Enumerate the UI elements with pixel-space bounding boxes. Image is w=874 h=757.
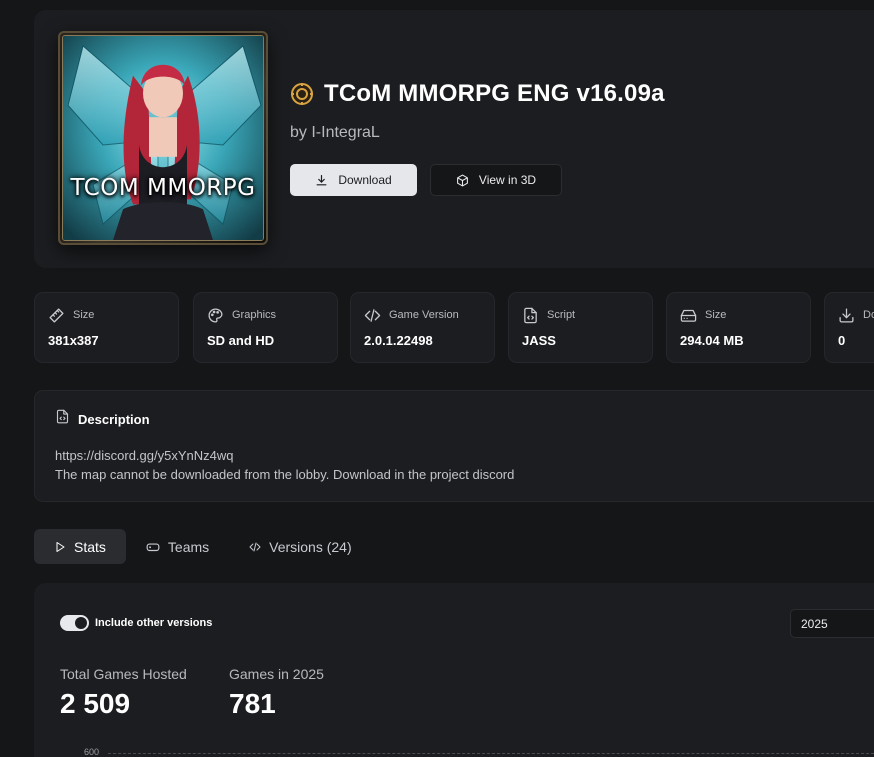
- code-icon: [249, 541, 261, 553]
- gear-badge-icon: [290, 82, 314, 106]
- download-button-label: Download: [338, 173, 392, 187]
- view-in-3d-label: View in 3D: [478, 173, 537, 187]
- stats-panel: Include other versions 2025 Total Games …: [34, 583, 874, 757]
- stat-card-file-size: Size 294.04 MB: [666, 292, 811, 363]
- map-title: TCoM MMORPG ENG v16.09a: [324, 80, 665, 107]
- stat-card-map-size: Size 381x387: [34, 292, 179, 363]
- metric-label: Games in 2025: [229, 666, 324, 682]
- chart-gridline: [108, 753, 874, 754]
- stat-card-downloads: Do 0: [824, 292, 874, 363]
- stat-value: 2.0.1.22498: [364, 333, 433, 348]
- play-icon: [54, 541, 66, 553]
- stat-card-game-version: Game Version 2.0.1.22498: [350, 292, 495, 363]
- download-icon: [838, 307, 855, 324]
- games-chart: 600: [84, 747, 874, 757]
- stat-value: 294.04 MB: [680, 333, 744, 348]
- stat-card-graphics: Graphics SD and HD: [193, 292, 338, 363]
- year-select[interactable]: 2025: [790, 609, 874, 638]
- metric-value: 2 509: [60, 688, 131, 719]
- map-header-card: TCOM MMORPG TCoM MMORPG ENG v16.09a by I…: [34, 10, 874, 268]
- tab-versions[interactable]: Versions (24): [229, 529, 371, 564]
- view-in-3d-button[interactable]: View in 3D: [430, 164, 562, 196]
- metric-value: 781: [229, 688, 276, 719]
- description-text: The map cannot be downloaded from the lo…: [55, 467, 515, 482]
- stat-label: Size: [705, 309, 727, 321]
- detail-tabs: Stats Teams Versions (24): [34, 529, 372, 564]
- toggle-knob: [75, 617, 87, 629]
- include-versions-toggle[interactable]: [60, 615, 89, 631]
- toggle-label: Include other versions: [95, 617, 213, 629]
- tab-label: Versions (24): [269, 538, 352, 555]
- tab-label: Teams: [167, 538, 210, 555]
- download-button[interactable]: Download: [290, 164, 417, 196]
- title-row: TCoM MMORPG ENG v16.09a: [290, 80, 665, 108]
- stat-value: 0: [838, 333, 846, 348]
- stat-label: Size: [73, 309, 95, 321]
- file-code-icon: [522, 307, 539, 324]
- cover-title-text: TCOM MMORPG: [70, 175, 256, 201]
- discord-link[interactable]: https://discord.gg/y5xYnNz4wq: [55, 448, 233, 463]
- tab-teams[interactable]: Teams: [126, 529, 229, 564]
- description-title: Description: [78, 411, 150, 427]
- include-versions-toggle-row: Include other versions: [60, 615, 212, 631]
- stat-label: Game Version: [389, 309, 459, 321]
- stat-card-script: Script JASS: [508, 292, 653, 363]
- gamepad-icon: [146, 541, 160, 553]
- file-code-icon: [55, 409, 70, 429]
- chart-y-tick: 600: [84, 747, 100, 757]
- fairy-artwork-icon: [63, 36, 263, 240]
- metric-total-games: Total Games Hosted 2 509: [60, 666, 187, 720]
- ruler-icon: [48, 307, 65, 324]
- hard-drive-icon: [680, 307, 697, 324]
- metric-games-in-year: Games in 2025 781: [229, 666, 324, 720]
- map-cover-image: TCOM MMORPG: [58, 31, 268, 245]
- tab-stats[interactable]: Stats: [34, 529, 126, 564]
- palette-icon: [207, 307, 224, 324]
- stat-label: Graphics: [232, 309, 277, 321]
- description-card: Description https://discord.gg/y5xYnNz4w…: [34, 390, 874, 502]
- map-author[interactable]: by I-IntegraL: [290, 124, 380, 142]
- stat-value: JASS: [522, 333, 556, 348]
- map-detail-page: TCOM MMORPG TCoM MMORPG ENG v16.09a by I…: [0, 0, 874, 757]
- tab-label: Stats: [74, 538, 106, 555]
- stat-label: Script: [547, 309, 576, 321]
- stat-value: SD and HD: [207, 333, 275, 348]
- stat-label: Do: [863, 309, 874, 321]
- code-icon: [364, 307, 381, 324]
- download-icon: [315, 174, 328, 187]
- stat-value: 381x387: [48, 333, 99, 348]
- metric-label: Total Games Hosted: [60, 666, 187, 682]
- cube-icon: [456, 174, 469, 187]
